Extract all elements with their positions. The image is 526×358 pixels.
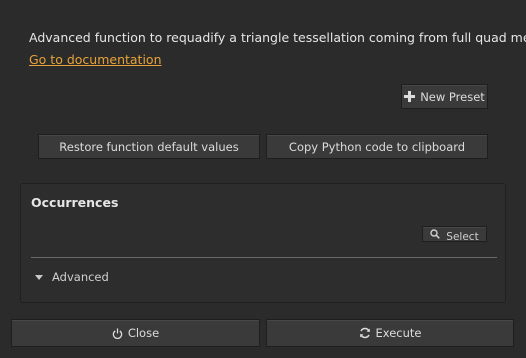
function-description: Advanced function to requadify a triangl…: [29, 30, 526, 45]
divider: [31, 257, 497, 258]
advanced-toggle[interactable]: Advanced: [35, 270, 109, 284]
close-button[interactable]: Close: [11, 319, 260, 347]
occurrences-title: Occurrences: [31, 195, 119, 210]
copy-python-button[interactable]: Copy Python code to clipboard: [266, 134, 488, 159]
advanced-label: Advanced: [52, 270, 109, 284]
plus-icon: [404, 91, 416, 102]
select-label: Select: [446, 231, 479, 242]
refresh-icon: [359, 327, 371, 339]
documentation-link[interactable]: Go to documentation: [29, 52, 162, 67]
occurrences-panel: Occurrences Select Advanced: [20, 183, 506, 303]
search-icon: [430, 229, 441, 239]
new-preset-label: New Preset: [420, 89, 485, 104]
new-preset-button[interactable]: New Preset: [401, 84, 488, 109]
execute-button[interactable]: Execute: [266, 319, 514, 347]
close-label: Close: [127, 326, 160, 340]
copy-python-label: Copy Python code to clipboard: [288, 139, 466, 154]
select-button[interactable]: Select: [422, 226, 487, 242]
power-icon: [112, 327, 123, 339]
execute-label: Execute: [375, 326, 422, 340]
restore-defaults-label: Restore function default values: [59, 139, 239, 154]
triangle-down-icon: [35, 274, 43, 280]
restore-defaults-button[interactable]: Restore function default values: [38, 134, 260, 159]
